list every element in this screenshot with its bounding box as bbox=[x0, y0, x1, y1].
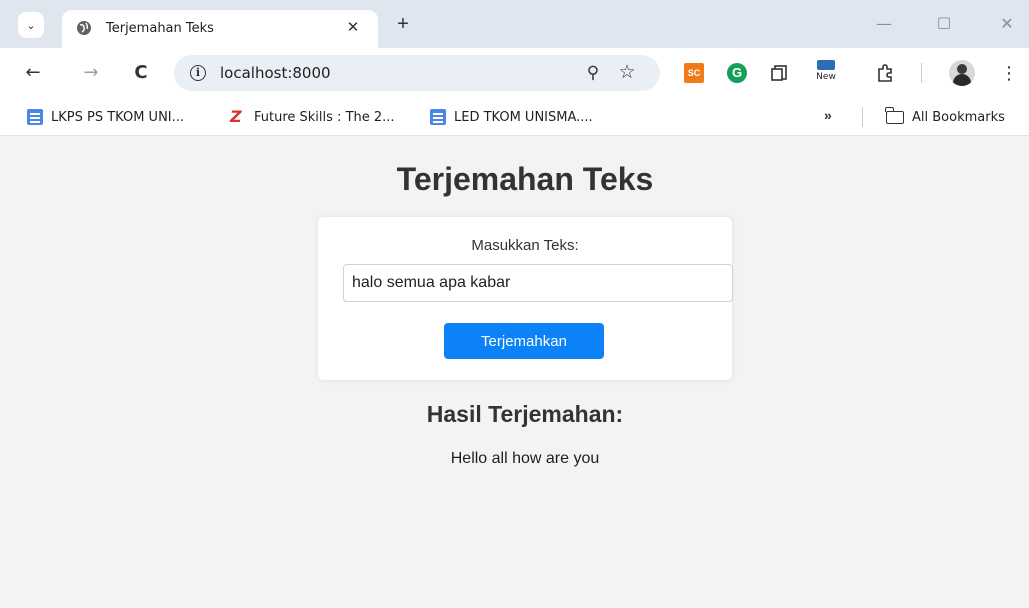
star-icon[interactable]: ☆ bbox=[616, 62, 638, 84]
back-button[interactable]: ← bbox=[20, 60, 46, 86]
sc-extension-icon[interactable]: SC bbox=[684, 63, 704, 83]
doc-icon bbox=[27, 109, 43, 125]
input-label: Masukkan Teks: bbox=[471, 237, 579, 254]
doc-icon bbox=[430, 109, 446, 125]
browser-window: ⌄ Terjemahan Teks ✕ + — ☐ ✕ ← → C i loca… bbox=[0, 0, 1029, 608]
globe-icon bbox=[77, 21, 91, 35]
grammarly-extension-icon[interactable]: G bbox=[727, 63, 747, 83]
url-text[interactable]: localhost:8000 bbox=[220, 64, 331, 82]
page-viewport: Terjemahan Teks Masukkan Teks: Terjemahk… bbox=[8, 137, 1021, 608]
active-tab[interactable]: Terjemahan Teks ✕ bbox=[62, 10, 378, 48]
browser-toolbar: ← → C i localhost:8000 ⚲ ☆ SC G New ⋮ bbox=[0, 48, 1029, 98]
info-icon[interactable]: i bbox=[190, 65, 206, 81]
bookmarks-divider bbox=[862, 107, 863, 127]
copy-extension-icon[interactable] bbox=[769, 63, 789, 83]
bookmark-item-lkps[interactable]: LKPS PS TKOM UNI... bbox=[27, 108, 184, 126]
result-text: Hello all how are you bbox=[450, 450, 600, 467]
tab-strip: ⌄ Terjemahan Teks ✕ + — ☐ ✕ bbox=[0, 0, 1029, 48]
minimize-button[interactable]: — bbox=[870, 12, 898, 36]
z-icon: Z bbox=[230, 107, 242, 126]
translate-button[interactable]: Terjemahkan bbox=[444, 323, 604, 359]
bookmark-item-led-tkom[interactable]: LED TKOM UNISMA.... bbox=[430, 108, 593, 126]
reload-button[interactable]: C bbox=[128, 60, 154, 86]
puzzle-extensions-icon[interactable] bbox=[876, 63, 896, 83]
tab-close-icon[interactable]: ✕ bbox=[342, 17, 364, 39]
new-extension-icon[interactable]: New bbox=[813, 58, 839, 86]
address-bar[interactable]: i localhost:8000 ⚲ ☆ bbox=[174, 55, 660, 91]
bookmarks-overflow-icon[interactable]: » bbox=[824, 107, 832, 123]
bookmark-item-future-skills[interactable]: Z Future Skills : The 2... bbox=[230, 108, 395, 126]
translate-form-card: Masukkan Teks: Terjemahkan bbox=[318, 217, 733, 380]
text-input[interactable] bbox=[343, 264, 733, 302]
maximize-button[interactable]: ☐ bbox=[930, 12, 958, 36]
all-bookmarks-button[interactable]: All Bookmarks bbox=[885, 106, 1005, 126]
toolbar-divider bbox=[921, 63, 922, 83]
tab-title: Terjemahan Teks bbox=[106, 21, 214, 36]
chevron-down-icon: ⌄ bbox=[26, 19, 36, 32]
folder-icon bbox=[885, 106, 904, 124]
menu-kebab-icon[interactable]: ⋮ bbox=[1000, 60, 1018, 86]
new-extension-badge bbox=[817, 60, 835, 70]
result-title: Hasil Terjemahan: bbox=[426, 401, 624, 427]
page-title: Terjemahan Teks bbox=[396, 161, 654, 197]
forward-button[interactable]: → bbox=[78, 60, 104, 86]
zoom-icon[interactable]: ⚲ bbox=[582, 62, 604, 84]
bookmarks-bar: LKPS PS TKOM UNI... Z Future Skills : Th… bbox=[0, 98, 1029, 136]
profile-avatar[interactable] bbox=[949, 60, 975, 86]
tab-search-button[interactable]: ⌄ bbox=[18, 12, 44, 38]
close-window-button[interactable]: ✕ bbox=[993, 12, 1021, 36]
new-tab-button[interactable]: + bbox=[392, 14, 414, 36]
